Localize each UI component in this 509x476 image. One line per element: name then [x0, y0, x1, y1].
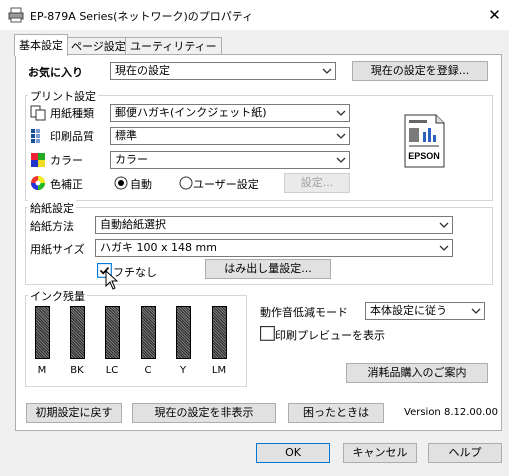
ink-label-bk: BK — [70, 365, 84, 376]
quiet-mode-value: 本体設定に従う — [370, 304, 447, 317]
preview-checkbox[interactable] — [260, 326, 276, 342]
borderless-label: フチなし — [113, 266, 157, 279]
quality-value: 標準 — [115, 129, 137, 142]
paper-type-select[interactable]: 郵便ハガキ(インクジェット紙) — [110, 104, 350, 122]
ink-cartridge-lm — [212, 306, 227, 359]
feed-method-select[interactable]: 自動給紙選択 — [95, 216, 453, 234]
quality-select[interactable]: 標準 — [110, 127, 350, 145]
feed-method-label: 給紙方法 — [30, 220, 74, 233]
ink-label-c: C — [144, 365, 152, 376]
ink-label-m: M — [37, 365, 47, 376]
quiet-mode-select[interactable]: 本体設定に従う — [365, 302, 485, 320]
ink-label-y: Y — [179, 365, 187, 376]
window-title: EP-879A Series(ネットワーク)のプロパティ — [30, 10, 254, 23]
preview-label: 印刷プレビューを表示 — [275, 329, 385, 342]
ink-label-lm: LM — [211, 365, 227, 376]
ink-cartridge-c — [141, 306, 156, 359]
overflow-settings-button[interactable]: はみ出し量設定... — [205, 259, 331, 279]
chevron-down-icon — [336, 133, 346, 139]
color-icon — [31, 153, 45, 167]
auto-radio-label: 自動 — [130, 178, 152, 191]
tab-page[interactable]: ページ設定 — [66, 37, 131, 55]
paper-type-label: 用紙種類 — [50, 107, 94, 120]
printer-properties-window: EP-879A Series(ネットワーク)のプロパティ ✕ 基本設定 ページ設… — [0, 0, 509, 476]
auto-radio[interactable] — [113, 175, 129, 191]
ink-cartridge-bk — [70, 306, 85, 359]
close-icon[interactable]: ✕ — [480, 0, 509, 30]
tab-utility[interactable]: ユーティリティー — [125, 37, 222, 55]
quality-label: 印刷品質 — [50, 130, 94, 143]
chevron-down-icon — [336, 110, 346, 116]
ink-cartridge-lc — [105, 306, 120, 359]
favorites-select[interactable]: 現在の設定 — [110, 62, 336, 80]
ok-button[interactable]: OK — [256, 443, 330, 463]
tab-basic[interactable]: 基本設定 — [14, 34, 68, 56]
print-settings-label: プリント設定 — [28, 88, 98, 104]
favorites-label: お気に入り — [28, 66, 83, 79]
quality-icon — [31, 129, 40, 143]
paper-size-label: 用紙サイズ — [30, 243, 85, 256]
ink-label-lc: LC — [105, 365, 119, 376]
color-value: カラー — [115, 153, 148, 166]
cancel-button[interactable]: キャンセル — [343, 443, 417, 463]
ink-levels-label: インク残量 — [28, 288, 87, 304]
feed-method-value: 自動給紙選択 — [100, 218, 166, 231]
reset-defaults-button[interactable]: 初期設定に戻す — [26, 403, 122, 423]
chevron-down-icon — [322, 68, 332, 74]
register-settings-button[interactable]: 現在の設定を登録... — [352, 61, 488, 81]
user-radio[interactable] — [178, 175, 194, 191]
supplies-button[interactable]: 消耗品購入のご案内 — [346, 363, 488, 383]
color-wheel-icon — [31, 176, 45, 190]
color-label: カラー — [50, 154, 83, 167]
paper-size-select[interactable]: ハガキ 100 x 148 mm — [95, 239, 453, 257]
quiet-mode-label: 動作音低減モード — [260, 306, 348, 319]
paper-type-icon — [30, 105, 46, 121]
paper-preview-image: EPSON — [402, 114, 446, 168]
chevron-down-icon — [439, 245, 449, 251]
feed-settings-label: 給紙設定 — [28, 200, 76, 216]
troubleshoot-button[interactable]: 困ったときは — [288, 403, 384, 423]
hide-settings-button[interactable]: 現在の設定を非表示 — [132, 403, 276, 423]
help-button[interactable]: ヘルプ — [428, 443, 502, 463]
color-correction-label: 色補正 — [50, 178, 83, 191]
chevron-down-icon — [336, 157, 346, 163]
chevron-down-icon — [439, 222, 449, 228]
ink-cartridge-m — [35, 306, 50, 359]
chevron-down-icon — [471, 308, 481, 314]
version-label: Version 8.12.00.00 — [404, 407, 499, 418]
brand-label: EPSON — [408, 151, 440, 161]
ink-cartridge-y — [176, 306, 191, 359]
printer-icon — [8, 7, 24, 23]
mouse-cursor-icon — [105, 270, 119, 290]
title-bar: EP-879A Series(ネットワーク)のプロパティ ✕ — [0, 0, 509, 30]
paper-size-value: ハガキ 100 x 148 mm — [100, 241, 217, 254]
color-settings-button[interactable]: 設定... — [284, 173, 350, 193]
color-select[interactable]: カラー — [110, 151, 350, 169]
favorites-value: 現在の設定 — [115, 64, 170, 77]
user-radio-label: ユーザー設定 — [193, 178, 259, 191]
paper-type-value: 郵便ハガキ(インクジェット紙) — [115, 106, 267, 119]
